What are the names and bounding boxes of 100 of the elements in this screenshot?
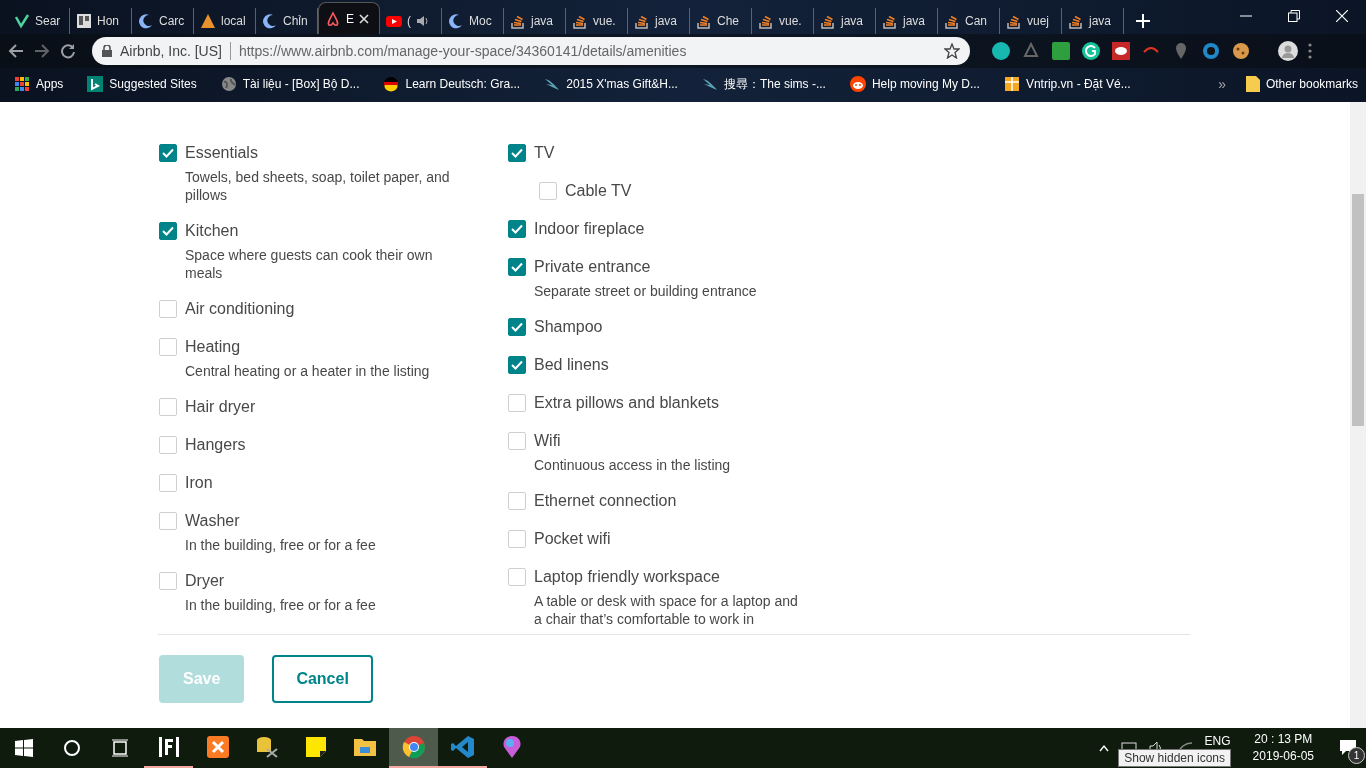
amenity-description: Separate street or building entrance [534, 282, 758, 300]
browser-tab[interactable]: java [504, 8, 566, 34]
clock-date[interactable]: 2019-06-05 [1252, 748, 1314, 765]
checkbox[interactable] [159, 222, 177, 240]
more-bookmarks-button[interactable]: » [1218, 76, 1226, 92]
notification-icon[interactable] [1340, 740, 1356, 756]
new-tab-icon[interactable] [1136, 14, 1150, 28]
check-icon [162, 226, 174, 236]
checkbox-label[interactable]: Ethernet connection [534, 492, 677, 510]
bookmark-link[interactable]: Vntrip.vn - Đặt Vé... [1025, 77, 1131, 91]
stack-icon [1068, 13, 1084, 29]
browser-tab[interactable]: java [876, 8, 938, 34]
checkbox[interactable] [508, 318, 526, 336]
check-mark-icon [14, 13, 30, 29]
browser-tab[interactable]: java [628, 8, 690, 34]
checkbox[interactable] [508, 356, 526, 374]
browser-tab[interactable]: Che [690, 8, 752, 34]
checkbox-label[interactable]: Dryer [185, 572, 225, 590]
bing-icon[interactable] [87, 76, 104, 92]
restore-icon[interactable] [1288, 10, 1300, 22]
bookmark-link[interactable]: Tài liệu - [Box] Bộ D... [242, 77, 360, 91]
browser-tab[interactable]: vuej [1000, 8, 1062, 34]
apps-grid-icon[interactable] [14, 76, 30, 92]
scrollbar[interactable] [1350, 102, 1366, 728]
checkbox-label[interactable]: Indoor fireplace [534, 220, 645, 238]
search-icon[interactable] [63, 739, 81, 757]
checkbox-label[interactable]: Pocket wifi [534, 530, 611, 548]
board-icon [76, 13, 92, 29]
code-editor-icon [450, 735, 475, 759]
browser-tab[interactable]: E [318, 2, 380, 34]
bookmark-link[interactable]: Learn Deutsch: Gra... [405, 77, 521, 91]
bookmark-link[interactable]: Suggested Sites [109, 77, 197, 91]
browser-tab[interactable]: vue. [566, 8, 628, 34]
checkbox-label[interactable]: Washer [185, 512, 240, 530]
browser-tab[interactable]: java [1062, 8, 1124, 34]
globe-icon[interactable] [220, 76, 237, 92]
checkbox-label[interactable]: Iron [185, 474, 213, 492]
reddit-icon[interactable] [849, 76, 866, 92]
checkbox-label[interactable]: Hangers [185, 436, 246, 454]
address-bar[interactable]: Airbnb, Inc. [US] https://www.airbnb.com/manage-your-space/34360141/details/amenities [92, 37, 970, 65]
flag-icon[interactable] [383, 76, 400, 92]
browser-tab[interactable]: local [194, 8, 256, 34]
checkbox[interactable] [508, 258, 526, 276]
checkbox-label[interactable]: Heating [185, 338, 241, 356]
windows-start-icon[interactable] [15, 739, 33, 757]
avatar-icon[interactable] [1278, 41, 1298, 61]
browser-tab[interactable]: Can [938, 8, 1000, 34]
close-icon[interactable] [359, 13, 369, 24]
bookmark-folder[interactable]: Other bookmarks [1265, 77, 1358, 91]
checkbox[interactable] [508, 220, 526, 238]
checkbox-label[interactable]: Bed linens [534, 356, 609, 374]
checkbox-label[interactable]: Shampoo [534, 318, 603, 336]
speaker-icon [416, 15, 428, 27]
bookmark-link[interactable]: Help moving My D... [871, 77, 980, 91]
menu-icon[interactable] [1308, 43, 1312, 59]
url-text: https://www.airbnb.com/manage-your-space/34360141/details/amenities [238, 43, 688, 59]
checkbox-label[interactable]: Private entrance [534, 258, 651, 276]
grammarly-icon[interactable] [1082, 42, 1100, 60]
chat-icon[interactable] [1112, 42, 1130, 60]
forward-icon[interactable] [34, 43, 50, 59]
checkbox[interactable] [508, 144, 526, 162]
folder-icon[interactable] [1245, 76, 1260, 92]
checkbox-label[interactable]: Cable TV [565, 182, 632, 200]
checkbox[interactable] [159, 144, 177, 162]
chevron-up-icon[interactable] [1098, 744, 1109, 752]
bookmark-link[interactable]: 搜尋：The sims -... [723, 75, 826, 93]
browser-tab[interactable]: vue. [752, 8, 814, 34]
checkbox-label[interactable]: Kitchen [185, 222, 239, 240]
star-icon[interactable] [944, 43, 960, 59]
reload-icon[interactable] [60, 43, 76, 59]
checkbox-label[interactable]: Wifi [534, 432, 561, 450]
checkbox-label[interactable]: Air conditioning [185, 300, 295, 318]
browser-tab[interactable]: Carc [132, 8, 194, 34]
site-identity: Airbnb, Inc. [US] [120, 43, 222, 59]
task-view-icon[interactable] [111, 739, 129, 757]
stack-icon [944, 13, 960, 29]
browser-tab[interactable]: Sear [8, 8, 70, 34]
bookmark-link[interactable]: Apps [36, 77, 64, 91]
browser-tab[interactable]: ( [380, 8, 442, 34]
language-indicator[interactable]: ENG [1204, 734, 1231, 748]
moon-icon [262, 13, 278, 29]
browser-tab[interactable]: Moc [442, 8, 504, 34]
checkbox-label[interactable]: TV [534, 144, 555, 162]
checkbox-label[interactable]: Laptop friendly workspace [534, 568, 720, 586]
back-icon[interactable] [8, 43, 24, 59]
stack-icon [820, 13, 836, 29]
eye-icon[interactable] [1202, 42, 1220, 60]
gift-icon[interactable] [1003, 76, 1020, 92]
cookie-icon[interactable] [1232, 42, 1250, 60]
checkbox-label[interactable]: Hair dryer [185, 398, 256, 416]
bookmark-link[interactable]: 2015 X'mas Gift&H... [566, 77, 678, 91]
moon-icon [448, 13, 464, 29]
check-icon [511, 262, 523, 272]
clock-time[interactable]: 20 : 13 PM [1254, 731, 1313, 748]
cancel-button[interactable]: Cancel [272, 654, 373, 703]
browser-tab[interactable]: java [814, 8, 876, 34]
browser-tab[interactable]: Hon [70, 8, 132, 34]
checkbox-label[interactable]: Extra pillows and blankets [534, 394, 719, 412]
extension-icon[interactable] [992, 42, 1010, 60]
checkbox-label[interactable]: Essentials [185, 144, 258, 162]
